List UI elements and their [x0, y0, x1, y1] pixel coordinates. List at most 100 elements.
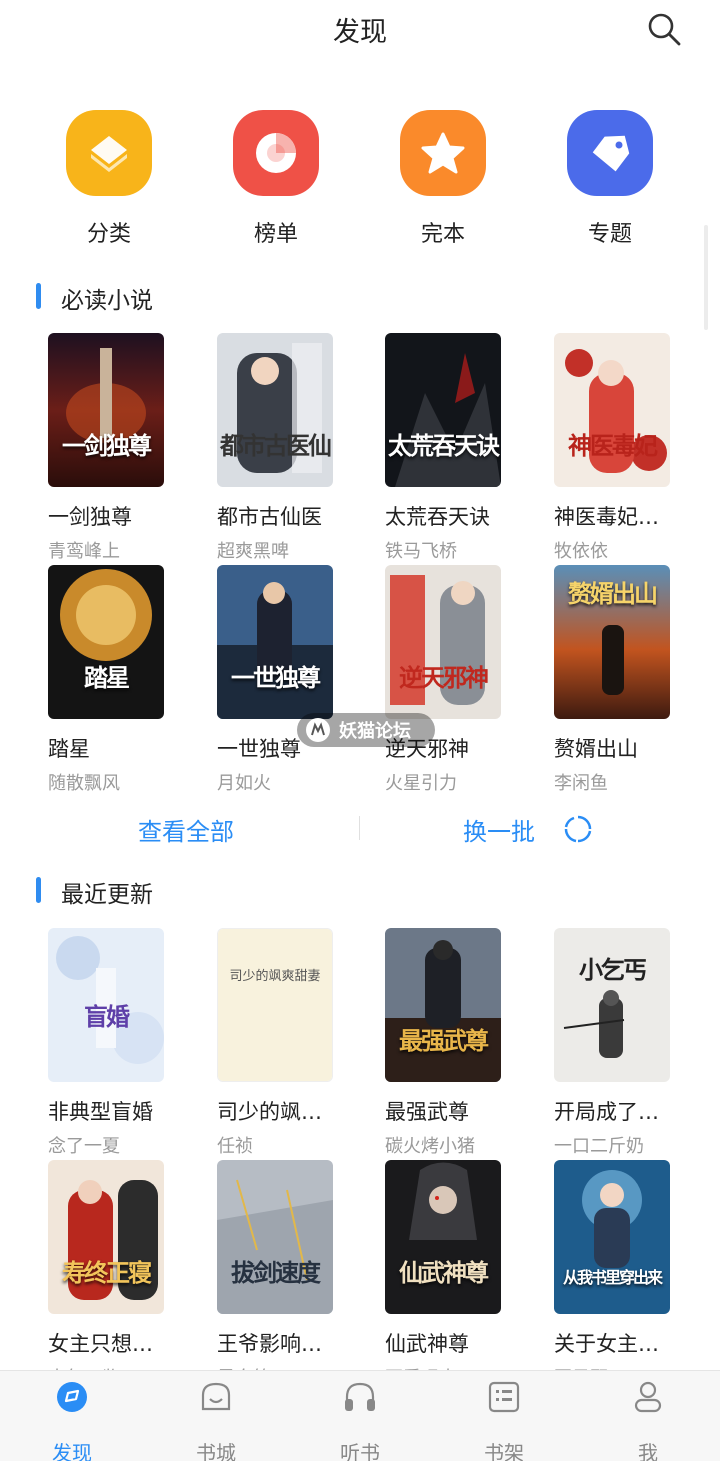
book-title: 女主只想… [48, 1332, 153, 1356]
book-card[interactable]: 踏星 踏星 随散飘风 [48, 565, 198, 795]
cover-title: 赘婿出山 [568, 579, 658, 608]
tab-audiobook[interactable]: 听书 [320, 1379, 400, 1461]
refresh-button[interactable]: 换一批 [463, 812, 535, 847]
quick-nav-ranking[interactable]: 榜单 [216, 110, 336, 248]
book-author: 念了一夏 [48, 1136, 120, 1157]
tab-discover[interactable]: 发现 [32, 1379, 112, 1461]
headphones-icon[interactable] [342, 1379, 378, 1415]
book-cover[interactable]: 小乞丐 [554, 928, 670, 1082]
profile-icon[interactable] [630, 1379, 666, 1415]
tab-label: 书架 [484, 1441, 524, 1461]
book-card[interactable]: 逆天邪神 逆天邪神 火星引力 [385, 565, 535, 795]
view-all-button[interactable]: 查看全部 [138, 812, 234, 847]
book-title: 开局成了… [554, 1100, 659, 1124]
book-cover[interactable]: 从我书里穿出来 [554, 1160, 670, 1314]
quick-nav-topic[interactable]: 专题 [550, 110, 670, 248]
cover-title: 司少的飒爽甜妻 [229, 969, 321, 984]
category-icon[interactable] [66, 110, 152, 196]
book-card[interactable]: 小乞丐 开局成了… 一口二斤奶 [554, 928, 704, 1158]
quick-nav: 分类 榜单 完本 专题 [0, 110, 720, 255]
book-cover[interactable]: 赘婿出山 [554, 565, 670, 719]
book-title: 神医毒妃… [554, 505, 659, 529]
section-title: 最近更新 [61, 882, 153, 908]
book-title: 关于女主… [554, 1332, 659, 1356]
tab-label: 听书 [340, 1441, 380, 1461]
cover-title: 踏星 [84, 663, 130, 692]
search-button[interactable] [645, 10, 685, 50]
bookstore-icon[interactable] [198, 1379, 234, 1415]
book-cover[interactable]: 逆天邪神 [385, 565, 501, 719]
discover-icon[interactable] [54, 1379, 90, 1415]
bookshelf-icon[interactable] [486, 1379, 522, 1415]
book-author: 一口二斤奶 [554, 1136, 644, 1157]
book-cover[interactable]: 盲婚 [48, 928, 164, 1082]
tab-label: 我 [638, 1441, 658, 1461]
book-card[interactable]: 仙武神尊 仙武神尊 不爱喝水 [385, 1160, 535, 1390]
book-cover[interactable]: 一剑独尊 [48, 333, 164, 487]
cat-logo-icon [306, 718, 330, 742]
cover-title: 逆天邪神 [399, 663, 489, 692]
quick-nav-category[interactable]: 分类 [49, 110, 169, 248]
book-card[interactable]: 司少的飒爽甜妻 司少的飒… 任祯 [217, 928, 367, 1158]
book-cover[interactable]: 寿终正寝 [48, 1160, 164, 1314]
tab-bookstore[interactable]: 书城 [176, 1379, 256, 1461]
tab-profile[interactable]: 我 [608, 1379, 688, 1461]
book-cover[interactable]: 踏星 [48, 565, 164, 719]
book-title: 王爷影响… [217, 1332, 322, 1356]
book-author: 随散飘风 [48, 773, 120, 794]
book-author: 任祯 [217, 1136, 253, 1157]
search-icon[interactable] [645, 10, 685, 50]
book-author: 铁马飞桥 [385, 541, 457, 562]
refresh-icon[interactable] [563, 814, 593, 844]
tab-bookshelf[interactable]: 书架 [464, 1379, 544, 1461]
book-author: 超爽黑啤 [217, 541, 289, 562]
cover-title: 都市古医仙 [220, 431, 332, 460]
book-cover[interactable]: 司少的飒爽甜妻 [217, 928, 333, 1082]
section-title: 必读小说 [61, 288, 153, 314]
book-title: 司少的飒… [217, 1100, 322, 1124]
scrollbar[interactable] [704, 225, 708, 330]
book-cover[interactable]: 神医毒妃 [554, 333, 670, 487]
cover-title: 拔剑速度 [231, 1258, 321, 1287]
book-card[interactable]: 最强武尊 最强武尊 碳火烤小猪 [385, 928, 535, 1158]
book-card[interactable]: 寿终正寝 女主只想… 十年一鉴 [48, 1160, 198, 1390]
book-author: 碳火烤小猪 [385, 1136, 475, 1157]
tab-label: 发现 [52, 1441, 92, 1461]
book-card[interactable]: 赘婿出山 赘婿出山 李闲鱼 [554, 565, 704, 795]
cover-title: 最强武尊 [399, 1026, 489, 1055]
book-card[interactable]: 都市古医仙 都市古仙医 超爽黑啤 [217, 333, 367, 563]
book-title: 最强武尊 [385, 1100, 469, 1124]
book-card[interactable]: 太荒吞天诀 太荒吞天诀 铁马飞桥 [385, 333, 535, 563]
book-title: 太荒吞天诀 [385, 505, 490, 529]
book-title: 踏星 [48, 737, 90, 761]
cover-title: 神医毒妃 [568, 431, 658, 460]
ranking-icon[interactable] [233, 110, 319, 196]
quick-nav-complete[interactable]: 完本 [383, 110, 503, 248]
book-cover[interactable]: 仙武神尊 [385, 1160, 501, 1314]
book-card[interactable]: 拔剑速度 王爷影响… 墨白筠 [217, 1160, 367, 1390]
page-title: 发现 [333, 17, 387, 48]
book-card[interactable]: 一世独尊 一世独尊 月如火 [217, 565, 367, 795]
star-icon[interactable] [400, 110, 486, 196]
book-cover[interactable]: 太荒吞天诀 [385, 333, 501, 487]
top-header: 发现 [0, 0, 720, 62]
book-card[interactable]: 盲婚 非典型盲婚 念了一夏 [48, 928, 198, 1158]
book-title: 都市古仙医 [217, 505, 322, 529]
book-card[interactable]: 一剑独尊 一剑独尊 青鸾峰上 [48, 333, 198, 563]
book-cover[interactable]: 最强武尊 [385, 928, 501, 1082]
forum-watermark: 妖猫论坛 [297, 713, 435, 747]
cover-title: 小乞丐 [579, 955, 647, 984]
more-bar: 查看全部 换一批 [0, 808, 720, 850]
book-cover[interactable]: 一世独尊 [217, 565, 333, 719]
book-author: 李闲鱼 [554, 773, 608, 794]
quick-nav-label: 专题 [587, 222, 632, 247]
cover-title: 一剑独尊 [62, 431, 152, 460]
book-cover[interactable]: 都市古医仙 [217, 333, 333, 487]
cover-title: 仙武神尊 [399, 1258, 489, 1287]
tag-icon[interactable] [567, 110, 653, 196]
book-card[interactable]: 神医毒妃 神医毒妃… 牧依依 [554, 333, 704, 563]
book-cover[interactable]: 拔剑速度 [217, 1160, 333, 1314]
cover-title: 一世独尊 [231, 663, 321, 692]
book-card[interactable]: 从我书里穿出来 关于女主… 夏风野 [554, 1160, 704, 1390]
cover-title: 从我书里穿出来 [562, 1268, 663, 1287]
